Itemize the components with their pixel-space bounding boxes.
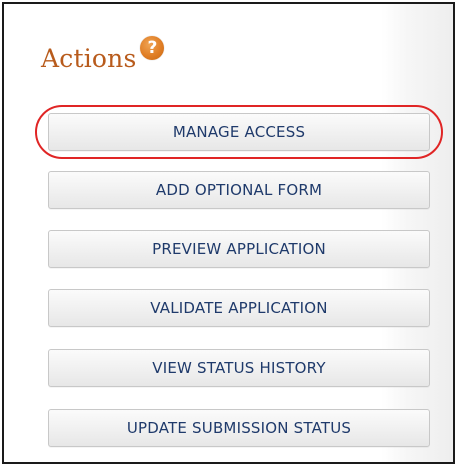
manage-access-button[interactable]: MANAGE ACCESS	[48, 113, 430, 151]
update-submission-status-button[interactable]: UPDATE SUBMISSION STATUS	[48, 409, 430, 447]
preview-application-button[interactable]: PREVIEW APPLICATION	[48, 230, 430, 268]
actions-list: MANAGE ACCESS ADD OPTIONAL FORM PREVIEW …	[4, 4, 453, 462]
validate-application-button[interactable]: VALIDATE APPLICATION	[48, 289, 430, 327]
actions-panel: Actions ? MANAGE ACCESS ADD OPTIONAL FOR…	[2, 2, 455, 464]
add-optional-form-button[interactable]: ADD OPTIONAL FORM	[48, 171, 430, 209]
view-status-history-button[interactable]: VIEW STATUS HISTORY	[48, 349, 430, 387]
